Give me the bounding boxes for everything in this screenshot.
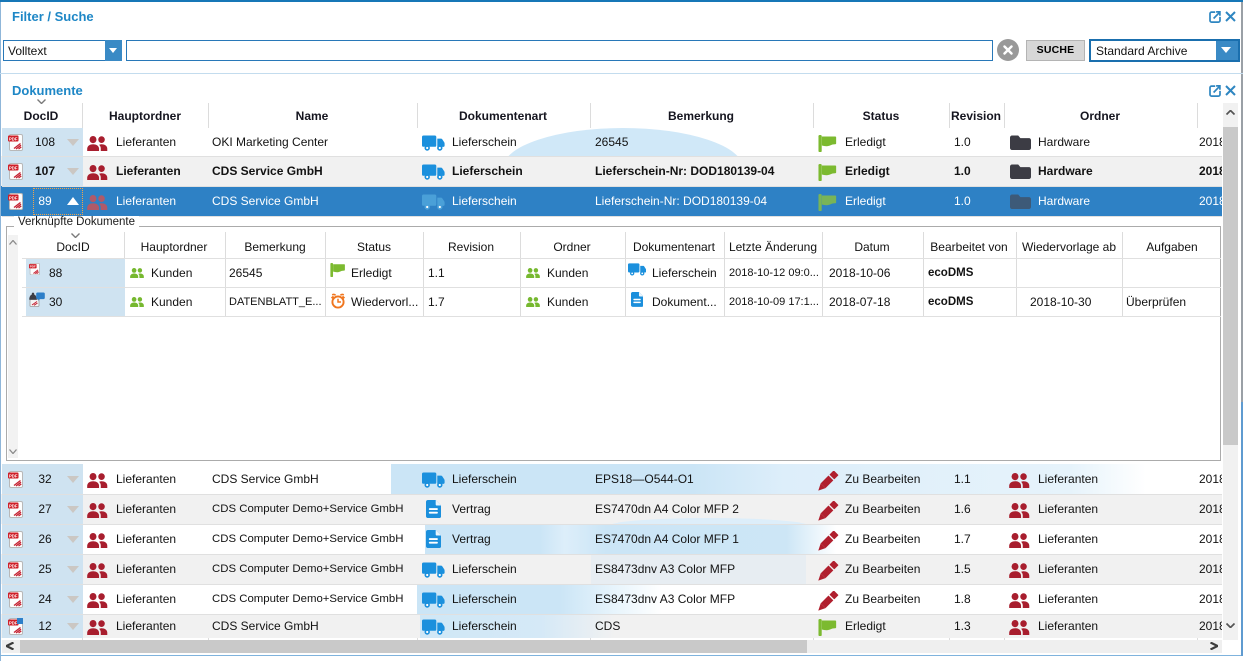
svg-text:PDF: PDF bbox=[9, 533, 18, 538]
svg-text:PDF: PDF bbox=[9, 165, 18, 170]
svg-text:PDF: PDF bbox=[9, 503, 18, 508]
svg-text:PDF: PDF bbox=[9, 620, 18, 625]
svg-text:PDF: PDF bbox=[9, 136, 18, 141]
svg-text:PDF: PDF bbox=[30, 265, 36, 269]
svg-text:PDF: PDF bbox=[9, 195, 18, 200]
svg-text:PDF: PDF bbox=[9, 593, 18, 598]
svg-text:PDF: PDF bbox=[9, 563, 18, 568]
svg-text:PDF: PDF bbox=[9, 473, 18, 478]
